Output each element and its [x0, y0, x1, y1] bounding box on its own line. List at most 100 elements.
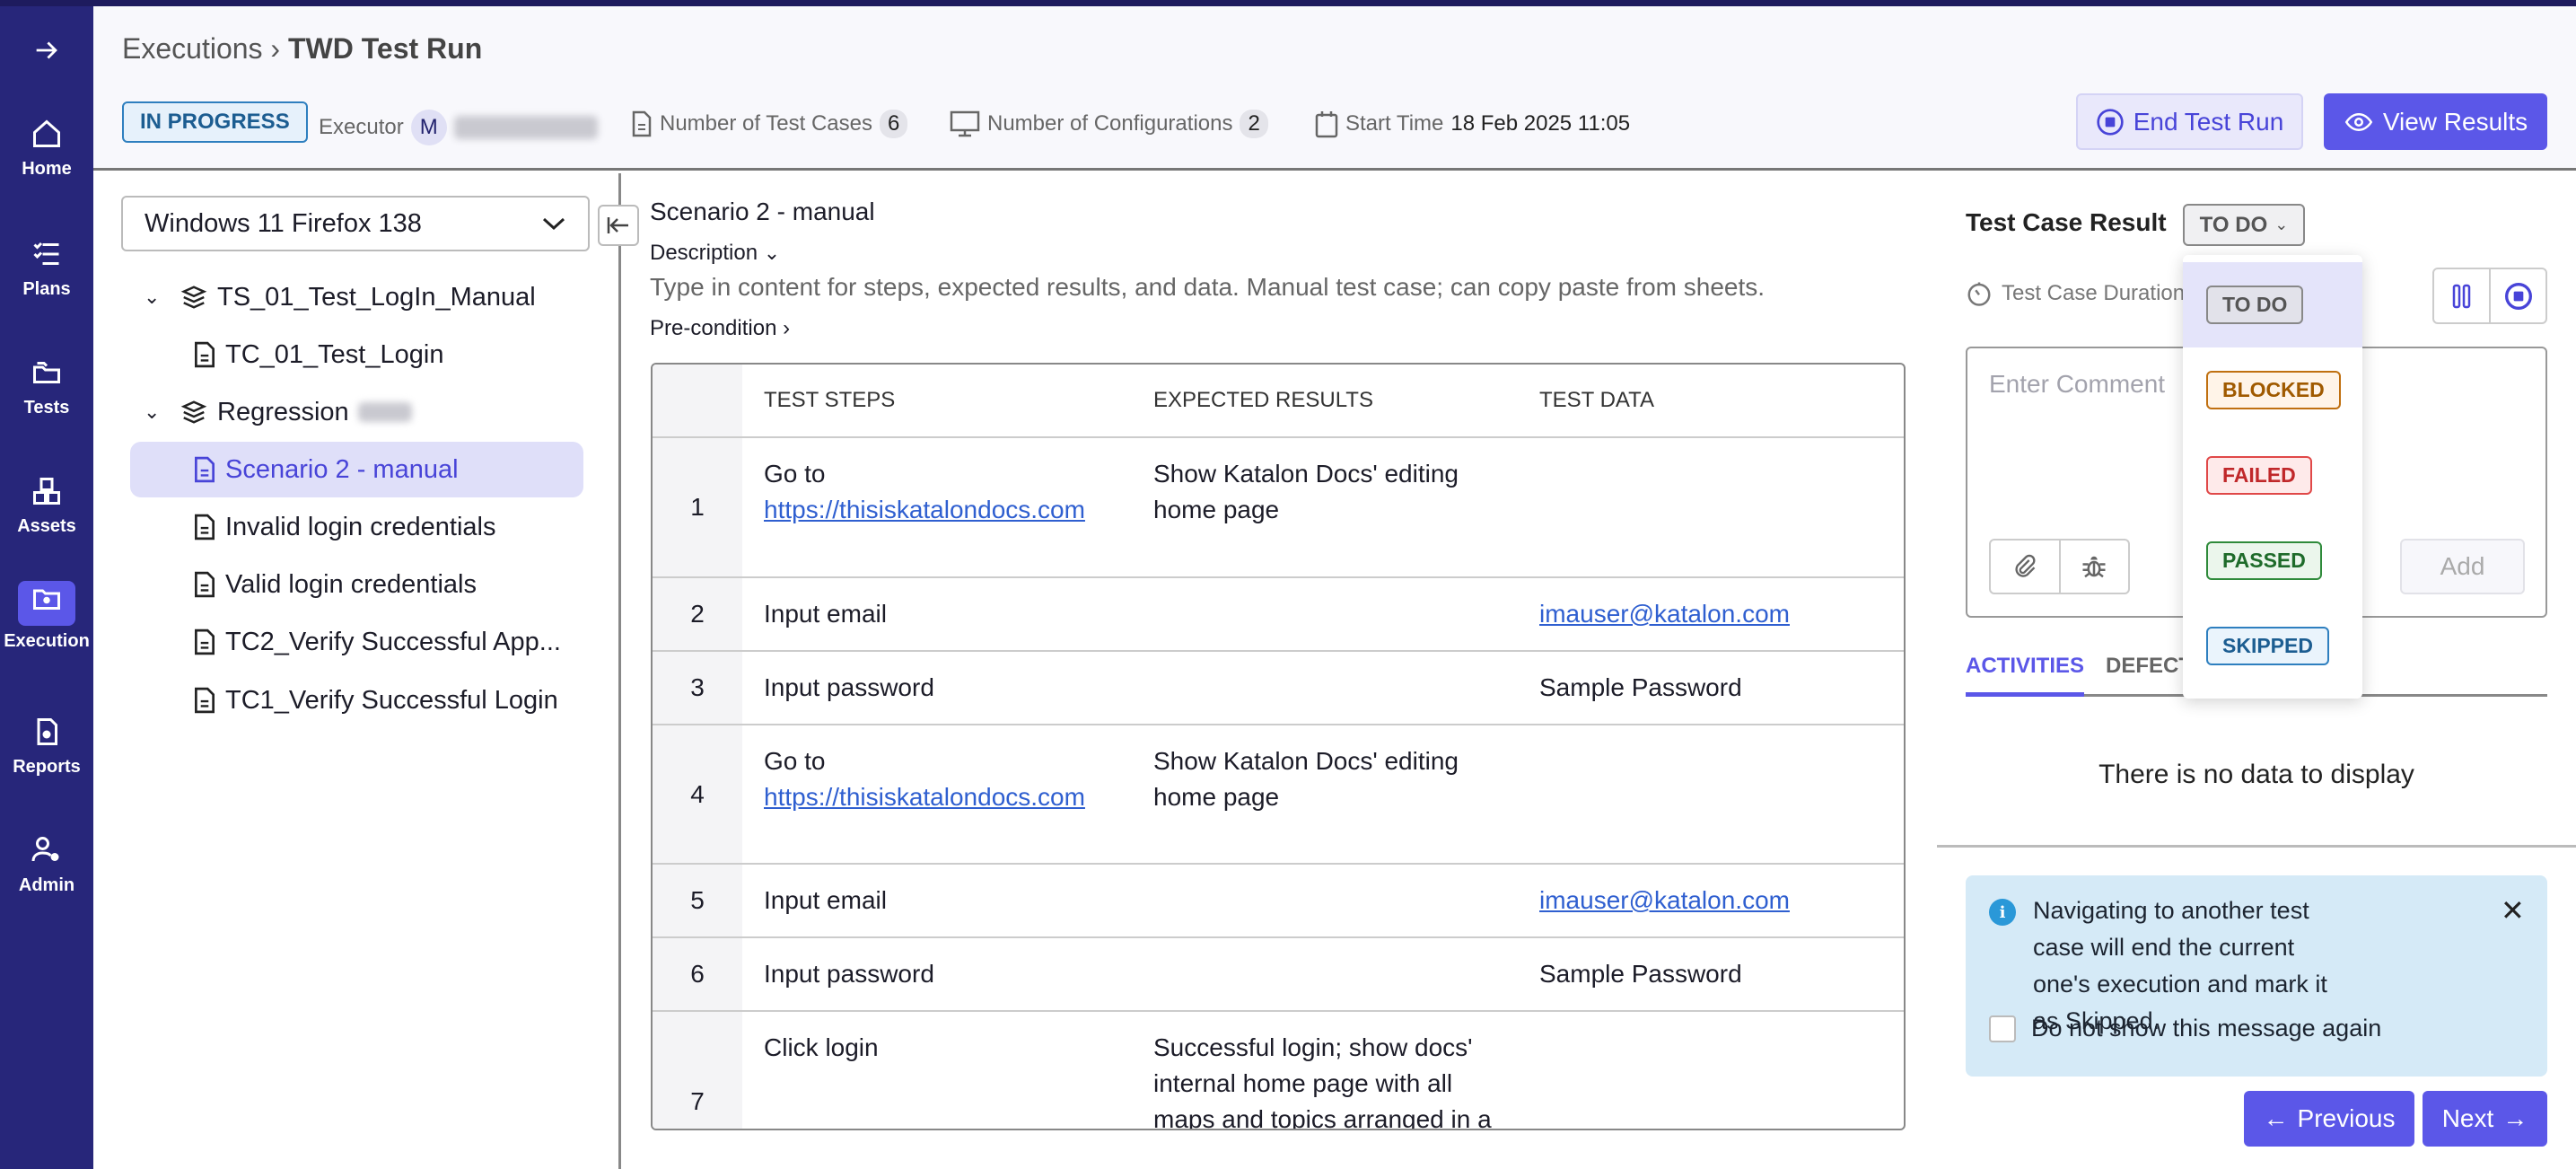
chevron-down-icon[interactable]: ⌄: [144, 400, 171, 424]
test-data-link[interactable]: imauser@katalon.com: [1539, 600, 1790, 628]
column-header-test-steps: TEST STEPS: [742, 365, 1132, 438]
expected-text: Show Katalon Docs' editing home page: [1153, 747, 1459, 811]
table-row: 3 Input password Sample Password: [653, 651, 1904, 725]
tree-test-case[interactable]: Valid login credentials: [193, 557, 477, 612]
result-tag: PASSED: [2206, 541, 2322, 580]
result-option-to-do[interactable]: TO DO: [2183, 262, 2362, 347]
checklist-icon: [33, 242, 59, 265]
step-text: Click login: [764, 1033, 879, 1061]
executor-name-blurred: [453, 116, 598, 139]
step-number: 4: [653, 725, 742, 865]
close-icon[interactable]: ✕: [2501, 893, 2525, 927]
tree-test-case[interactable]: Invalid login credentials: [193, 499, 495, 555]
report-bug-button[interactable]: [2058, 541, 2129, 593]
executor-info: Executor M: [319, 110, 598, 145]
attach-file-button[interactable]: [1991, 541, 2059, 593]
description-label: Description: [650, 241, 758, 265]
previous-button[interactable]: ← Previous: [2244, 1091, 2414, 1147]
expected-text: Show Katalon Docs' editing home page: [1153, 460, 1459, 523]
tree-item-label: TS_01_Test_LogIn_Manual: [217, 282, 536, 312]
tree-test-case[interactable]: TC_01_Test_Login: [193, 327, 443, 382]
tree-suite[interactable]: ⌄ Regression: [144, 384, 412, 440]
next-button[interactable]: Next →: [2423, 1091, 2547, 1147]
monitor-icon: [950, 110, 980, 137]
chevron-down-icon: ⌄: [763, 242, 781, 264]
step-number: 2: [653, 577, 742, 652]
configuration-value: Windows 11 Firefox 138: [145, 208, 422, 238]
test-data-cell: imauser@katalon.com: [1518, 577, 1904, 652]
stop-circle-icon: [2097, 108, 2124, 136]
tree-test-case[interactable]: TC1_Verify Successful Login: [193, 672, 558, 728]
avatar: M: [410, 110, 447, 145]
test-data-link[interactable]: imauser@katalon.com: [1539, 886, 1790, 914]
test-cases-label: Number of Test Cases: [660, 111, 872, 136]
tree-item-label: Regression: [217, 397, 349, 426]
step-link[interactable]: https://thisiskatalondocs.com: [764, 783, 1085, 811]
test-step-cell: Input password: [742, 937, 1132, 1012]
description-toggle[interactable]: Description ⌄: [650, 241, 780, 266]
sidebar-item-home[interactable]: Home: [0, 118, 93, 180]
test-step-cell: Go to https://thisiskatalondocs.com: [742, 725, 1132, 865]
table-row: 6 Input password Sample Password: [653, 937, 1904, 1012]
test-case-title: Scenario 2 - manual: [650, 198, 875, 225]
end-test-run-button[interactable]: End Test Run: [2076, 93, 2303, 150]
sidebar-item-admin[interactable]: Admin: [0, 834, 93, 896]
test-step-cell: Go to https://thisiskatalondocs.com: [742, 437, 1132, 578]
timer-icon: [1967, 282, 1991, 306]
view-results-button[interactable]: View Results: [2324, 93, 2547, 150]
breadcrumb-executions-link[interactable]: Executions: [122, 32, 263, 65]
home-icon: [33, 119, 60, 147]
sidebar-item-label: Reports: [13, 757, 81, 777]
sidebar-item-label: Assets: [17, 516, 76, 536]
table-row: 7 Click login Successful login; show doc…: [653, 1011, 1904, 1129]
table-row: 4 Go to https://thisiskatalondocs.com Sh…: [653, 725, 1904, 865]
sidebar-item-plans[interactable]: Plans: [0, 238, 93, 300]
empty-state-text: There is no data to display: [2098, 760, 2414, 789]
test-step-cell: Input password: [742, 651, 1132, 725]
top-strip: [0, 0, 2576, 6]
tree-test-case[interactable]: TC2_Verify Successful App...: [193, 614, 561, 670]
expected-result-cell: [1132, 577, 1518, 652]
tree-suite[interactable]: ⌄ TS_01_Test_LogIn_Manual: [144, 269, 536, 325]
sidebar-item-execution[interactable]: Execution: [0, 581, 93, 652]
dont-show-again-checkbox[interactable]: [1989, 1015, 2016, 1042]
tree-item-label: TC_01_Test_Login: [225, 339, 444, 369]
chevron-down-icon[interactable]: ⌄: [144, 286, 171, 309]
sidebar-item-assets[interactable]: Assets: [0, 475, 93, 537]
collapse-left-icon: [607, 217, 628, 233]
bug-icon: [2082, 556, 2106, 578]
result-value: TO DO: [2199, 212, 2268, 237]
sidebar-item-reports[interactable]: Reports: [0, 716, 93, 778]
column-header-expected-results: EXPECTED RESULTS: [1132, 365, 1518, 438]
pause-button[interactable]: [2434, 269, 2489, 322]
step-text: Input password: [764, 960, 934, 988]
test-case-result-select[interactable]: TO DO ⌄: [2183, 204, 2305, 246]
divider: [1937, 845, 2576, 848]
calendar-icon: [1315, 111, 1338, 138]
end-test-run-label: End Test Run: [2133, 107, 2284, 136]
step-text: Input email: [764, 600, 887, 628]
precondition-toggle[interactable]: Pre-condition ›: [650, 316, 790, 341]
expected-result-cell: [1132, 937, 1518, 1012]
table-row: 5 Input email imauser@katalon.com: [653, 864, 1904, 938]
result-option-failed[interactable]: FAILED: [2183, 433, 2362, 518]
tab-activities[interactable]: ACTIVITIES: [1966, 654, 2085, 697]
add-comment-button[interactable]: Add: [2400, 539, 2525, 594]
tree-test-case[interactable]: Scenario 2 - manual: [130, 442, 583, 497]
stop-button[interactable]: [2489, 269, 2545, 322]
step-link[interactable]: https://thisiskatalondocs.com: [764, 496, 1085, 523]
result-option-skipped[interactable]: SKIPPED: [2183, 603, 2362, 689]
configuration-select[interactable]: Windows 11 Firefox 138: [121, 196, 590, 251]
result-option-blocked[interactable]: BLOCKED: [2183, 347, 2362, 433]
expand-sidebar-button[interactable]: [0, 35, 93, 75]
dont-show-again-label[interactable]: Do not show this message again: [2031, 1015, 2381, 1042]
comment-placeholder: Enter Comment: [1989, 370, 2166, 398]
test-cases-count-info: Number of Test Cases 6: [631, 110, 908, 138]
step-number: 1: [653, 437, 742, 578]
sidebar-item-tests[interactable]: Tests: [0, 356, 93, 418]
result-option-passed[interactable]: PASSED: [2183, 518, 2362, 603]
description-text: Type in content for steps, expected resu…: [650, 273, 1766, 301]
collapse-panel-button[interactable]: [598, 205, 639, 246]
folders-icon: [33, 362, 60, 383]
step-text: Go to: [764, 460, 826, 488]
